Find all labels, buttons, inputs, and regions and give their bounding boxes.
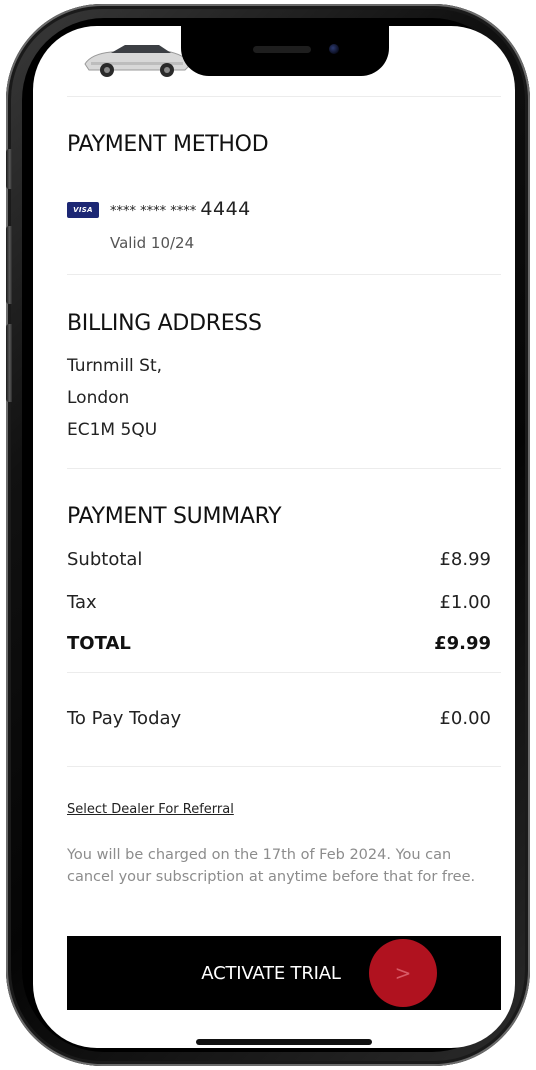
subtotal-row: Subtotal £8.99 bbox=[67, 549, 491, 570]
divider bbox=[67, 468, 501, 469]
card-last4: 4444 bbox=[200, 198, 251, 220]
pay-today-value: £0.00 bbox=[439, 708, 491, 729]
visa-card-icon: VISA bbox=[67, 202, 99, 218]
card-number: **** **** **** 4444 bbox=[110, 198, 251, 220]
total-label: TOTAL bbox=[67, 633, 131, 654]
notch bbox=[181, 26, 389, 76]
address-line-2: London bbox=[67, 388, 130, 408]
home-indicator[interactable] bbox=[196, 1039, 372, 1045]
charge-notice: You will be charged on the 17th of Feb 2… bbox=[67, 847, 476, 885]
address-line-3: EC1M 5QU bbox=[67, 420, 158, 440]
car-thumbnail bbox=[81, 40, 193, 80]
card-masked-digits: **** **** **** bbox=[110, 204, 197, 219]
screen: PAYMENT METHOD VISA **** **** **** 4444 … bbox=[33, 26, 515, 1048]
phone-frame: PAYMENT METHOD VISA **** **** **** 4444 … bbox=[6, 4, 530, 1066]
address-line-1: Turnmill St, bbox=[67, 356, 163, 376]
pay-today-row: To Pay Today £0.00 bbox=[67, 708, 491, 729]
arrow-right-icon[interactable]: > bbox=[369, 939, 437, 1007]
tax-value: £1.00 bbox=[439, 592, 491, 613]
divider bbox=[67, 766, 501, 767]
subtotal-label: Subtotal bbox=[67, 549, 143, 570]
total-value: £9.99 bbox=[434, 633, 491, 654]
mute-switch bbox=[6, 149, 12, 189]
pay-today-label: To Pay Today bbox=[67, 708, 182, 729]
tax-row: Tax £1.00 bbox=[67, 592, 491, 613]
activate-trial-button[interactable]: ACTIVATE TRIAL > bbox=[67, 936, 501, 1010]
payment-method-title: PAYMENT METHOD bbox=[67, 132, 269, 157]
select-dealer-link[interactable]: Select Dealer For Referral bbox=[67, 802, 234, 817]
payment-summary-title: PAYMENT SUMMARY bbox=[67, 504, 282, 529]
billing-address-title: BILLING ADDRESS bbox=[67, 311, 262, 336]
earpiece-speaker bbox=[253, 46, 311, 53]
tax-label: Tax bbox=[67, 592, 97, 613]
volume-up-button bbox=[6, 226, 12, 304]
card-valid-date: Valid 10/24 bbox=[110, 234, 195, 252]
activate-trial-label: ACTIVATE TRIAL bbox=[201, 962, 341, 984]
divider bbox=[67, 274, 501, 275]
divider bbox=[67, 672, 501, 673]
divider bbox=[67, 96, 501, 97]
total-row: TOTAL £9.99 bbox=[67, 633, 491, 654]
volume-down-button bbox=[6, 324, 12, 402]
subtotal-value: £8.99 bbox=[439, 549, 491, 570]
front-camera-icon bbox=[329, 44, 339, 54]
